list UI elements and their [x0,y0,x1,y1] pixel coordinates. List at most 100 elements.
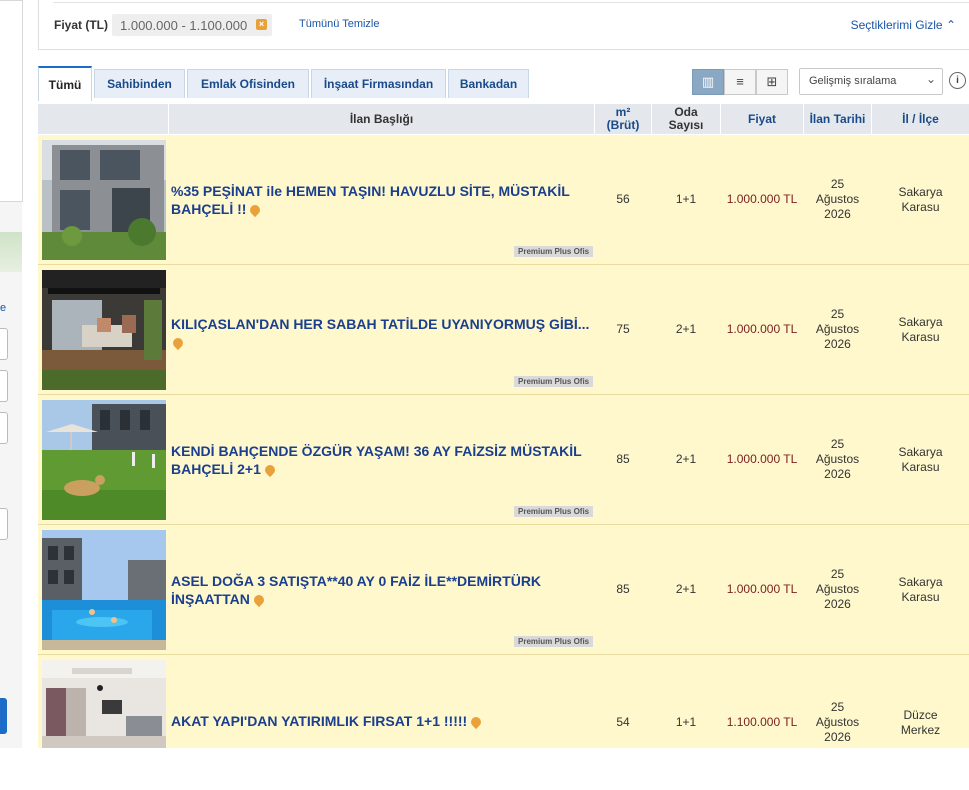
date-day: 25 [830,700,845,714]
table-row[interactable]: AKAT YAPI'DAN YATIRIMLIK FIRSAT 1+1 !!!!… [38,655,969,748]
listing-photo [42,400,166,520]
table-row[interactable]: %35 PEŞİNAT ile HEMEN TAŞIN! HAVUZLU SİT… [38,135,969,265]
sidebar-search-button[interactable] [0,698,7,734]
cell-rooms: 2+1 [675,322,697,336]
cell-price: 1.000.000 TL [726,192,798,206]
listing-photo [42,530,166,650]
cell-m2: 85 [616,452,630,466]
cell-date: 25 Ağustos 2026 [804,395,871,524]
date-year: 2026 [824,207,851,221]
sidebar-field-4[interactable] [0,508,8,540]
tab-bank[interactable]: Bankadan [448,69,529,98]
sidebar-link-fragment[interactable]: e [0,302,10,314]
cell-price: 1.000.000 TL [726,582,798,596]
tab-all[interactable]: Tümü [38,66,92,101]
listing-thumbnail[interactable] [42,660,166,748]
date-day: 25 [830,177,845,191]
table-header: İlan Başlığı m² (Brüt) Oda Sayısı Fiyat … [38,104,969,134]
tab-agency[interactable]: Emlak Ofisinden [187,69,309,98]
listing-title[interactable]: ASEL DOĞA 3 SATIŞTA**40 AY 0 FAİZ İLE**D… [171,572,601,608]
map-pin-icon[interactable] [170,335,186,351]
info-icon[interactable]: i [949,72,966,89]
cell-m2: 85 [616,582,630,596]
map-pin-icon[interactable] [251,592,266,608]
location-district: Karasu [901,199,940,214]
listing-thumbnail[interactable] [42,140,166,260]
tab-construction[interactable]: İnşaat Firmasından [311,69,446,98]
close-icon[interactable]: × [256,19,267,30]
location-district: Karasu [901,459,940,474]
listing-title-text: ASEL DOĞA 3 SATIŞTA**40 AY 0 FAİZ İLE**D… [171,573,542,607]
header-location[interactable]: İl / İlçe [872,104,969,134]
sort-selected-value: Gelişmiş sıralama [809,75,897,87]
header-date[interactable]: İlan Tarihi [804,104,872,134]
date-year: 2026 [824,467,851,481]
price-filter-value: 1.000.000 - 1.100.000 [120,18,248,33]
table-row[interactable]: KILIÇASLAN'DAN HER SABAH TATİLDE UYANIYO… [38,265,969,395]
header-price[interactable]: Fiyat [721,104,804,134]
chevron-down-icon: ⌄ [925,72,936,86]
premium-badge: Premium Plus Ofis [514,376,594,387]
cell-m2: 75 [616,322,630,336]
header-rooms-sub: Sayısı [668,118,704,132]
date-year: 2026 [824,730,851,744]
listing-title-text: AKAT YAPI'DAN YATIRIMLIK FIRSAT 1+1 !!!!… [171,713,468,729]
table-row[interactable]: ASEL DOĞA 3 SATIŞTA**40 AY 0 FAİZ İLE**D… [38,525,969,655]
listing-thumbnail[interactable] [42,270,166,390]
sidebar-field-2[interactable] [0,370,8,402]
list-view-icon[interactable]: ≡ [724,69,756,95]
listing-photo [42,140,166,260]
date-day: 25 [830,567,845,581]
hide-selected-link[interactable]: Seçtiklerimi Gizle ⌃ [851,18,956,32]
cell-date: 25 Ağustos 2026 [804,655,871,790]
gallery-view-icon[interactable]: ▥ [692,69,724,95]
map-pin-icon[interactable] [469,714,484,730]
cell-location: Düzce Merkez [872,655,969,790]
clear-all-link[interactable]: Tümünü Temizle [299,18,380,30]
location-city: Sakarya [898,184,943,199]
date-month: Ağustos [815,452,860,466]
header-m2[interactable]: m² (Brüt) [595,104,652,134]
cell-rooms: 1+1 [675,715,697,729]
date-day: 25 [830,307,845,321]
cell-price: 1.000.000 TL [726,452,798,466]
location-city: Sakarya [898,444,943,459]
listing-title[interactable]: %35 PEŞİNAT ile HEMEN TAŞIN! HAVUZLU SİT… [171,182,601,218]
premium-badge: Premium Plus Ofis [514,246,594,257]
date-year: 2026 [824,597,851,611]
date-month: Ağustos [815,192,860,206]
listing-title[interactable]: AKAT YAPI'DAN YATIRIMLIK FIRSAT 1+1 !!!!… [171,712,601,730]
selected-filters-bar: Fiyat (TL) 1.000.000 - 1.100.000 × Tümün… [38,0,969,50]
map-pin-icon[interactable] [248,202,263,218]
date-month: Ağustos [815,322,860,336]
left-sidebar-fragment: e [0,0,23,748]
location-district: Karasu [901,329,940,344]
listing-title-text: %35 PEŞİNAT ile HEMEN TAŞIN! HAVUZLU SİT… [171,183,570,217]
listing-title[interactable]: KILIÇASLAN'DAN HER SABAH TATİLDE UYANIYO… [170,315,601,351]
cell-location: Sakarya Karasu [872,395,969,524]
tab-owner[interactable]: Sahibinden [94,69,185,98]
location-city: Düzce [903,707,938,722]
cell-price: 1.100.000 TL [726,715,798,729]
listing-thumbnail[interactable] [42,530,166,650]
cell-location: Sakarya Karasu [872,135,969,264]
date-day: 25 [830,437,845,451]
listing-thumbnail[interactable] [42,400,166,520]
sidebar-map-thumbnail[interactable] [0,232,22,272]
cell-date: 25 Ağustos 2026 [804,525,871,654]
map-pin-icon[interactable] [262,462,277,478]
cell-rooms: 2+1 [675,582,697,596]
price-filter-chip: 1.000.000 - 1.100.000 × [112,14,272,36]
cell-date: 25 Ağustos 2026 [804,265,871,394]
grid-view-icon[interactable]: ⊞ [756,69,788,95]
sort-select[interactable]: Gelişmiş sıralama ⌄ [799,68,943,95]
table-row[interactable]: KENDİ BAHÇENDE ÖZGÜR YAŞAM! 36 AY FAİZSİ… [38,395,969,525]
header-title: İlan Başlığı [169,104,595,134]
header-m2-sub: (Brüt) [606,118,640,132]
listing-photo [42,660,166,748]
sidebar-field-1[interactable] [0,328,8,360]
sidebar-field-3[interactable] [0,412,8,444]
listing-title[interactable]: KENDİ BAHÇENDE ÖZGÜR YAŞAM! 36 AY FAİZSİ… [171,442,601,478]
cell-date: 25 Ağustos 2026 [804,135,871,264]
premium-badge: Premium Plus Ofis [514,506,594,517]
